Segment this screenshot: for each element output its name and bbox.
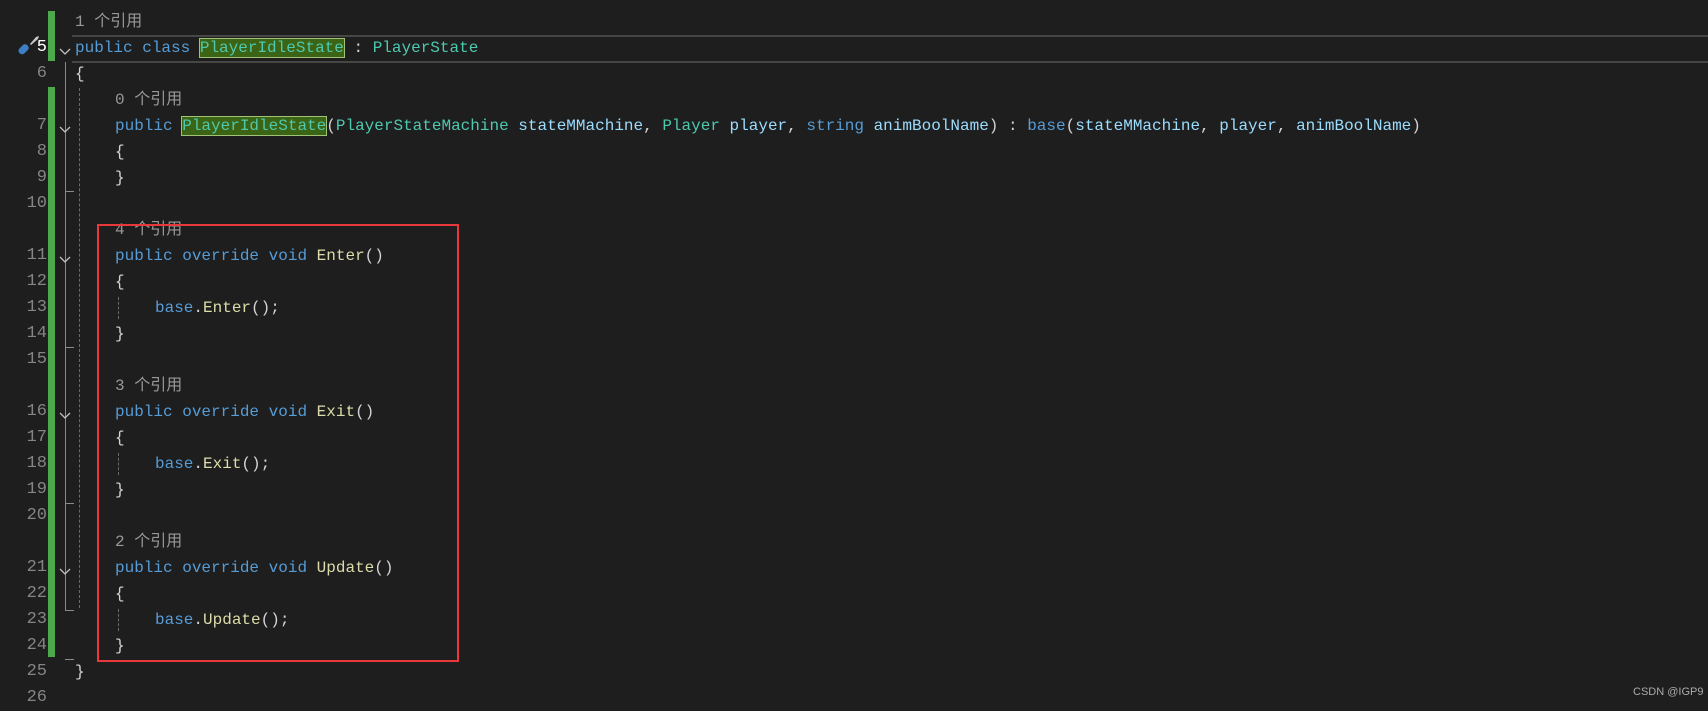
code-token: player bbox=[1219, 117, 1277, 135]
codelens-line: 0 个引用 bbox=[0, 87, 1708, 113]
code-token: , bbox=[643, 117, 663, 135]
code-line: 7 public PlayerIdleState(PlayerStateMachi… bbox=[0, 113, 1708, 139]
line-number: 26 bbox=[26, 688, 47, 707]
code-token: , bbox=[787, 117, 807, 135]
code-token: stateMMachine bbox=[1075, 117, 1201, 135]
code-token: { bbox=[115, 143, 125, 161]
code-token: stateMMachine bbox=[518, 117, 644, 135]
code-token: ( bbox=[1065, 117, 1076, 135]
code-editor[interactable]: 4 1 个引用 5 public class PlayerIdleState : Pl… bbox=[0, 0, 1708, 709]
code-token: ) : bbox=[988, 117, 1028, 135]
code-line: 9} bbox=[0, 165, 1708, 192]
code-token: string bbox=[806, 117, 864, 135]
code-token: } bbox=[115, 169, 125, 187]
line-number: 25 bbox=[26, 662, 47, 681]
line-number: 22 bbox=[26, 584, 47, 603]
code-token: base bbox=[1027, 117, 1066, 135]
code-line: 5 public class PlayerIdleState : PlayerSt… bbox=[0, 35, 1708, 61]
codelens-references[interactable]: 1 个引用 bbox=[75, 9, 142, 35]
line-number: 18 bbox=[26, 454, 47, 473]
line-number: 20 bbox=[26, 506, 47, 525]
highlighted-symbol: PlayerIdleState bbox=[181, 116, 328, 136]
code-line: 8{ bbox=[0, 139, 1708, 165]
code-line: 4 bbox=[0, 0, 1708, 9]
line-number: 11 bbox=[26, 246, 47, 265]
chevron-down-icon[interactable] bbox=[59, 405, 71, 419]
line-content: } bbox=[75, 659, 85, 685]
code-token: : bbox=[343, 39, 373, 57]
code-token: public bbox=[115, 117, 173, 135]
code-token: animBoolName bbox=[1296, 117, 1412, 135]
code-line: 26 bbox=[0, 685, 1708, 711]
code-token: PlayerState bbox=[372, 39, 479, 57]
code-token: , bbox=[1276, 117, 1297, 135]
line-number: 16 bbox=[26, 402, 47, 421]
annotation-highlight-box bbox=[97, 224, 459, 662]
code-token: animBoolName bbox=[873, 117, 989, 135]
line-number: 15 bbox=[26, 350, 47, 369]
chevron-down-icon[interactable] bbox=[59, 119, 71, 133]
line-number: 23 bbox=[26, 610, 47, 629]
line-number: 8 bbox=[36, 142, 47, 161]
chevron-down-icon[interactable] bbox=[59, 41, 71, 55]
line-number: 14 bbox=[26, 324, 47, 343]
watermark: CSDN @IGP9 bbox=[1633, 686, 1704, 698]
code-line: 6{ bbox=[0, 61, 1708, 87]
codelens-line: 1 个引用 bbox=[0, 9, 1708, 35]
line-content: } bbox=[115, 165, 125, 191]
line-number: 19 bbox=[26, 480, 47, 499]
line-content: { bbox=[115, 139, 125, 165]
line-content: public PlayerIdleState(PlayerStateMachin… bbox=[115, 113, 1421, 139]
line-number: 10 bbox=[26, 194, 47, 213]
code-token: PlayerStateMachine bbox=[335, 117, 509, 135]
code-line: 25} bbox=[0, 659, 1708, 685]
highlighted-symbol: PlayerIdleState bbox=[198, 38, 345, 58]
line-number: 9 bbox=[36, 168, 47, 187]
code-token: ( bbox=[326, 117, 336, 135]
code-token: } bbox=[75, 663, 85, 681]
line-number: 6 bbox=[36, 64, 47, 83]
code-token: public bbox=[75, 39, 133, 57]
code-token: Player bbox=[662, 117, 720, 135]
chevron-down-icon[interactable] bbox=[59, 249, 71, 263]
code-token: class bbox=[142, 39, 191, 57]
chevron-down-icon[interactable] bbox=[59, 561, 71, 575]
line-number: 7 bbox=[36, 116, 47, 135]
line-number: 13 bbox=[26, 298, 47, 317]
line-content: public class PlayerIdleState : PlayerSta… bbox=[75, 35, 478, 61]
line-number: 17 bbox=[26, 428, 47, 447]
code-token: player bbox=[729, 117, 788, 135]
codelens-references[interactable]: 0 个引用 bbox=[115, 87, 182, 113]
line-number: 4 bbox=[0, 0, 47, 9]
line-number: 5 bbox=[36, 38, 47, 57]
line-number: 21 bbox=[26, 558, 47, 577]
code-token: , bbox=[1200, 117, 1220, 135]
code-token: ) bbox=[1411, 117, 1421, 135]
line-number: 24 bbox=[26, 636, 47, 655]
line-number: 12 bbox=[26, 272, 47, 291]
code-token: { bbox=[75, 65, 85, 83]
line-content: { bbox=[75, 61, 85, 87]
code-line: 10 bbox=[0, 191, 1708, 217]
